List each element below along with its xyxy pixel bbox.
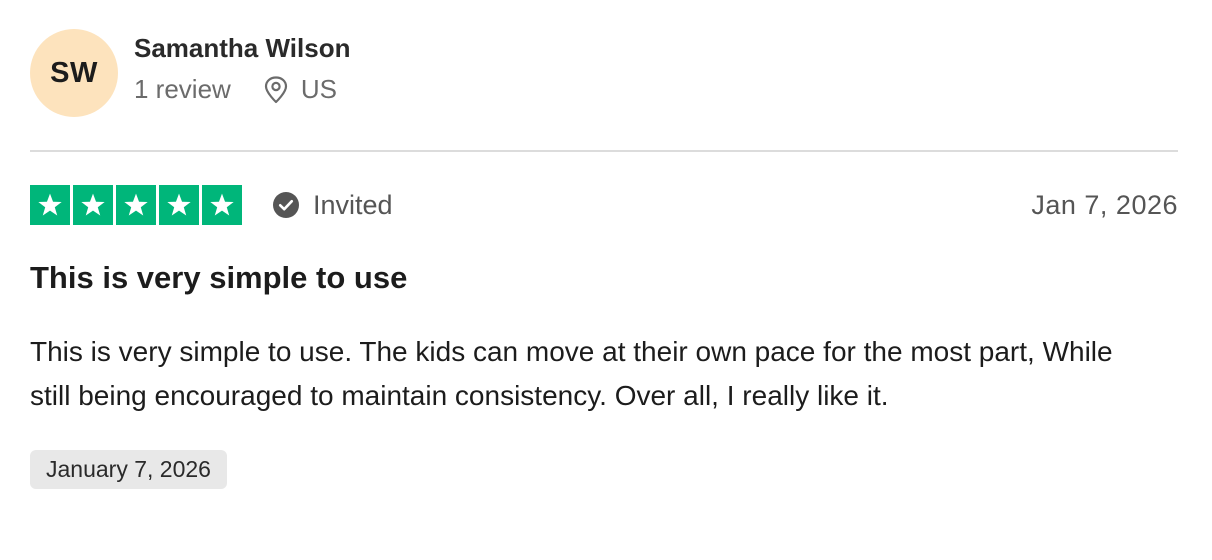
reviewer-header: SW Samantha Wilson 1 review US: [30, 28, 1178, 118]
check-circle-icon: [272, 191, 300, 219]
experience-date-badge: January 7, 2026: [30, 450, 227, 490]
location-label: US: [300, 74, 337, 105]
star-icon: [159, 185, 199, 225]
map-pin-icon: [263, 75, 289, 104]
reviewer-name[interactable]: Samantha Wilson: [134, 33, 350, 64]
review-date: Jan 7, 2026: [1031, 189, 1178, 220]
star-icon: [116, 185, 156, 225]
star-icon: [30, 185, 70, 225]
review-count: 1 review: [134, 74, 231, 105]
reviewer-location: US: [263, 74, 337, 105]
star-rating: [30, 185, 242, 225]
reviewer-info: Samantha Wilson 1 review US: [134, 33, 350, 105]
verification-badge[interactable]: Invited: [272, 190, 393, 221]
review-title[interactable]: This is very simple to use: [30, 259, 1178, 296]
star-icon: [73, 185, 113, 225]
avatar[interactable]: SW: [30, 29, 118, 117]
review-body: This is very simple to use. The kids can…: [30, 336, 1113, 412]
reviewer-meta: 1 review US: [134, 74, 350, 105]
review-card: SW Samantha Wilson 1 review US Invited J…: [30, 28, 1178, 490]
verification-label: Invited: [313, 189, 393, 220]
rating-row: Invited Jan 7, 2026: [30, 185, 1178, 225]
star-icon: [202, 185, 242, 225]
divider: [30, 150, 1178, 152]
